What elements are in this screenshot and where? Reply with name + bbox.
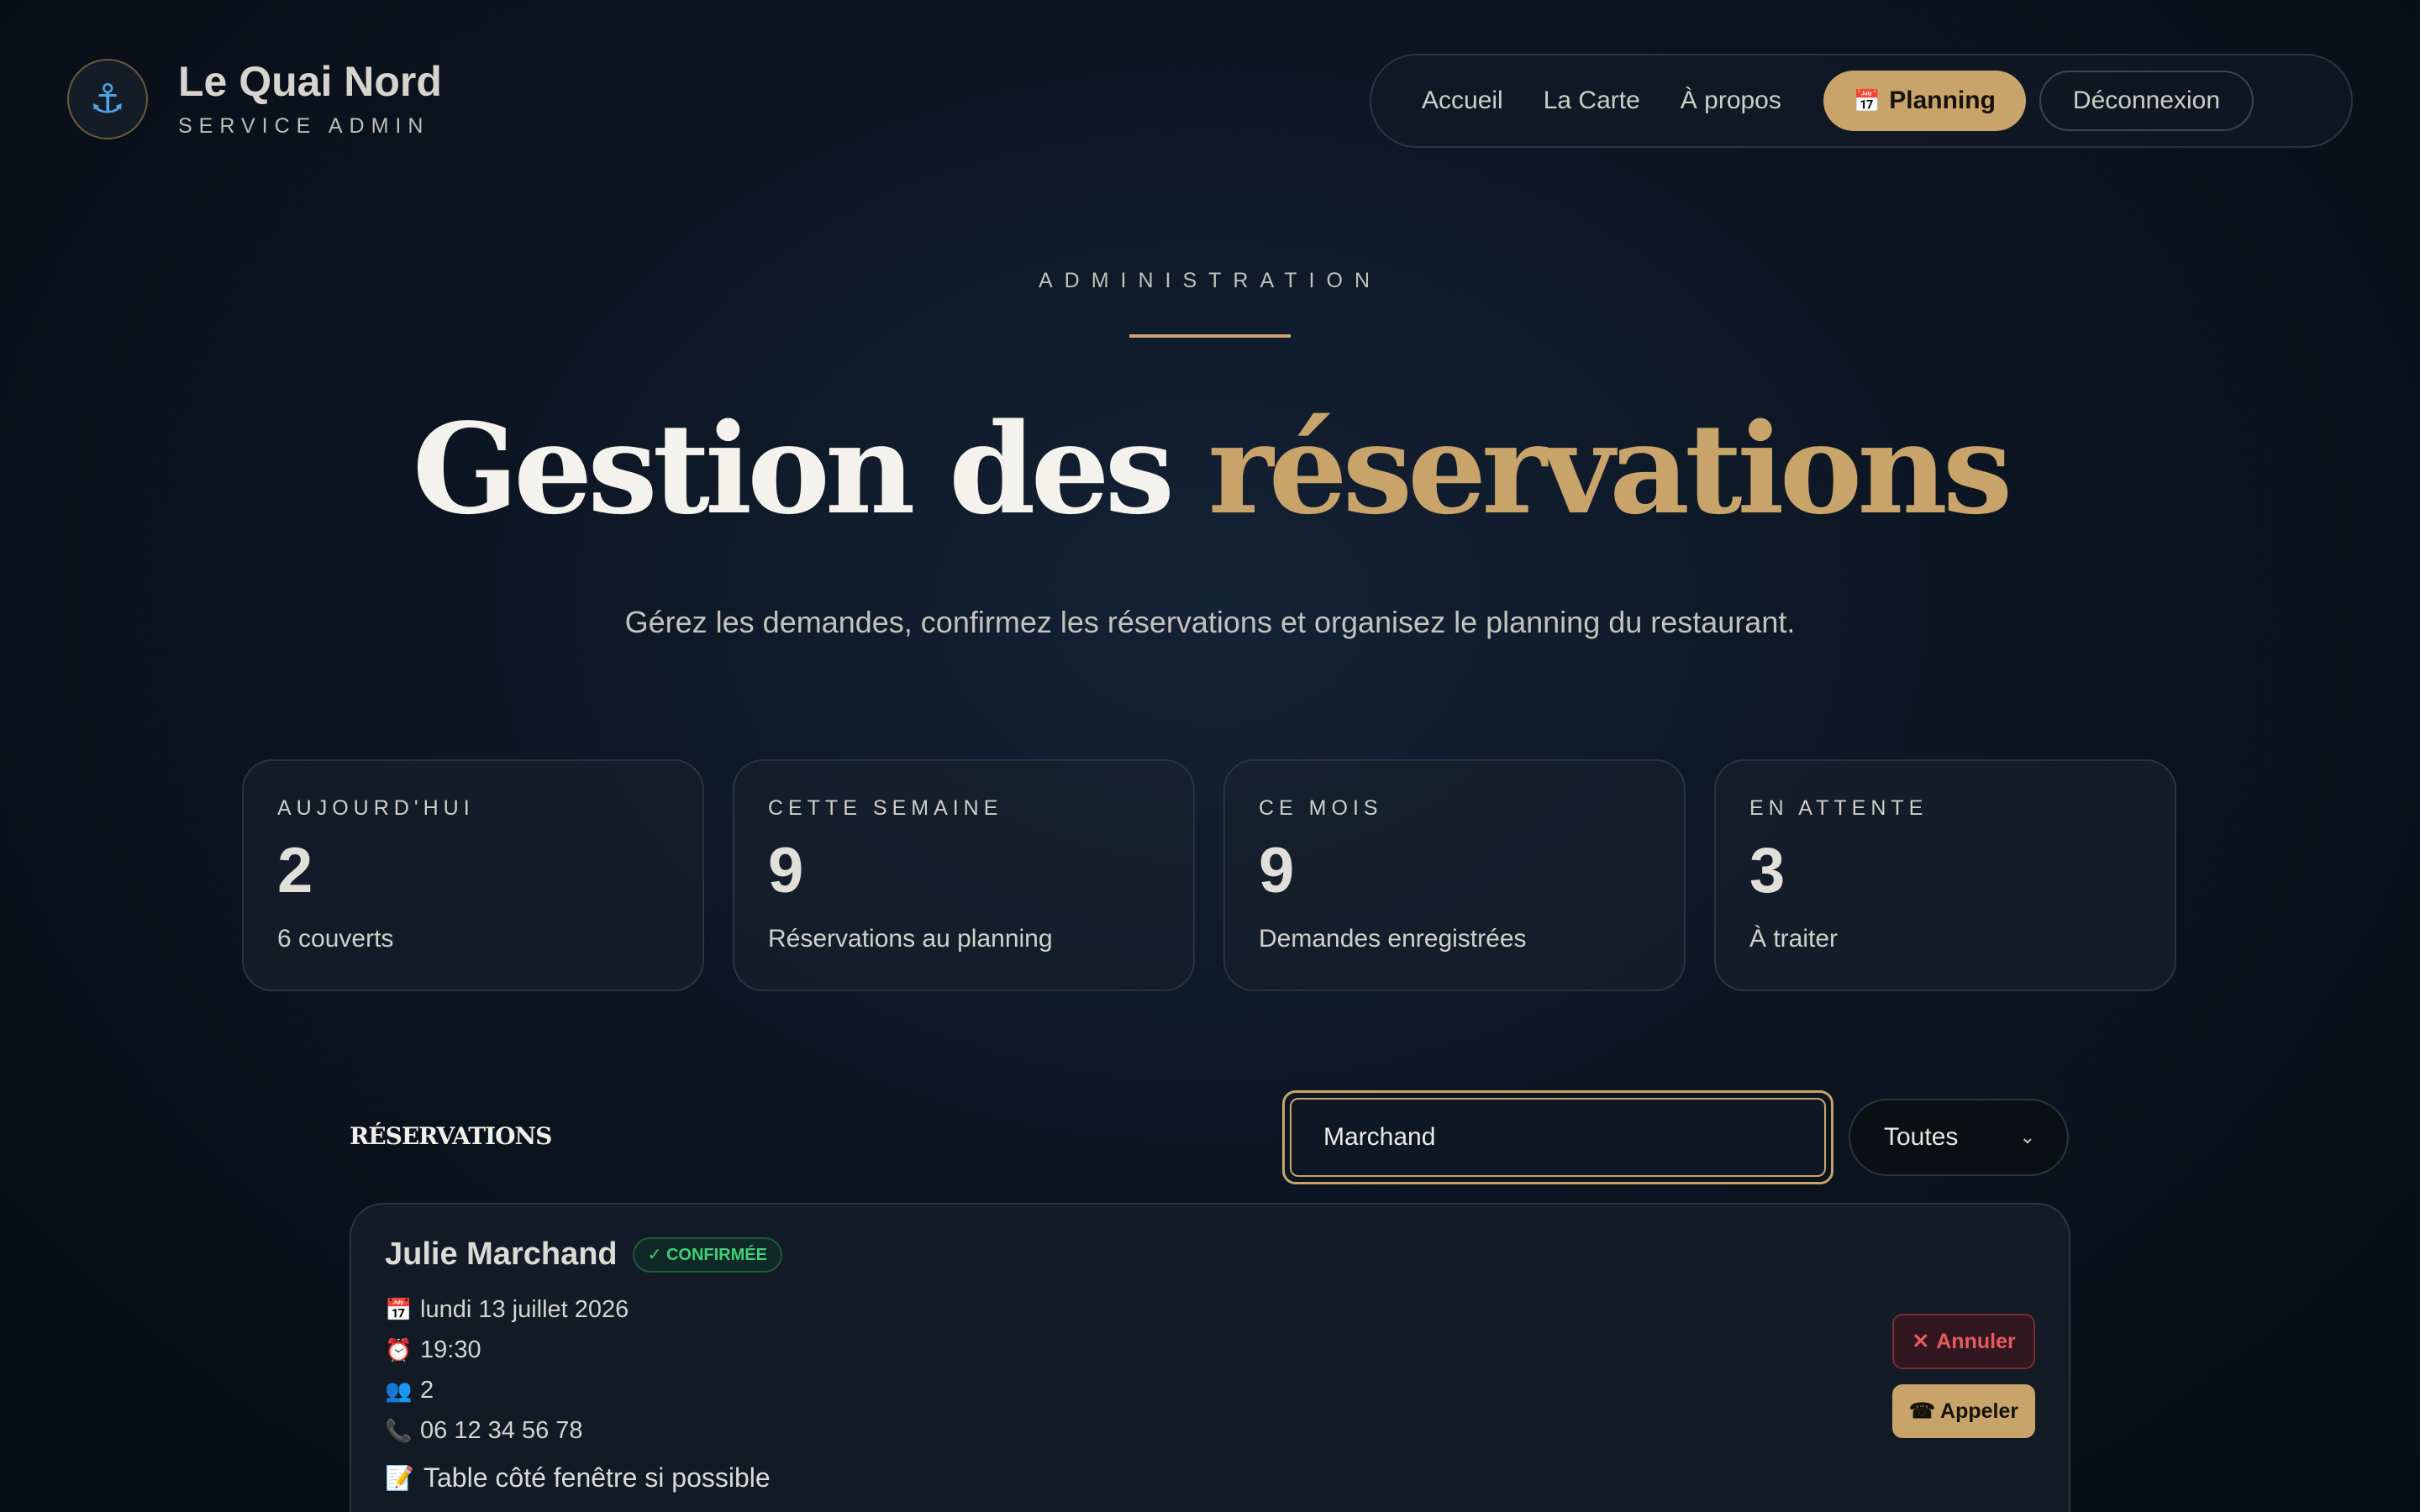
search-focus-ring: [1282, 1090, 1833, 1184]
eyebrow-divider: [1129, 334, 1291, 338]
page-title: Gestion des réservations: [0, 395, 2420, 544]
stat-value: 9: [768, 835, 804, 906]
reservation-name: Julie Marchand: [385, 1236, 618, 1272]
stat-desc: 6 couverts: [277, 925, 394, 953]
reservation-time: ⏰ 19:30: [385, 1330, 2069, 1370]
stat-card-pending: EN ATTENTE 3 À traiter: [1714, 759, 2176, 991]
stats-row: AUJOURD'HUI 2 6 couverts CETTE SEMAINE 9…: [242, 759, 2176, 991]
nav-item-planning-label: Planning: [1889, 87, 1996, 114]
memo-icon: 📝: [385, 1465, 414, 1491]
nav-item-a-propos[interactable]: À propos: [1660, 71, 1802, 131]
nav-item-la-carte[interactable]: La Carte: [1523, 71, 1660, 131]
logout-button[interactable]: Déconnexion: [2039, 71, 2254, 131]
stat-card-today: AUJOURD'HUI 2 6 couverts: [242, 759, 704, 991]
phone-icon: 📞: [385, 1417, 413, 1443]
stat-label: EN ATTENTE: [1749, 796, 1928, 820]
reservation-note: 📝 Table côté fenêtre si possible: [385, 1462, 2069, 1494]
reservation-date-text: lundi 13 juillet 2026: [420, 1295, 629, 1323]
search-input[interactable]: [1290, 1098, 1826, 1177]
cancel-button[interactable]: ✕ Annuler: [1892, 1314, 2035, 1369]
stat-desc: À traiter: [1749, 925, 1839, 953]
calendar-icon: 📅: [385, 1296, 413, 1322]
stat-value: 2: [277, 835, 313, 906]
stat-label: AUJOURD'HUI: [277, 796, 475, 820]
call-button[interactable]: ☎ Appeler: [1892, 1384, 2035, 1438]
reservation-date: 📅 lundi 13 juillet 2026: [385, 1289, 2069, 1330]
stat-card-month: CE MOIS 9 Demandes enregistrées: [1223, 759, 1686, 991]
stat-value: 3: [1749, 835, 1786, 906]
reservation-phone-text: 06 12 34 56 78: [420, 1416, 583, 1444]
status-filter-value: Toutes: [1884, 1123, 1959, 1151]
reservation-card: Julie Marchand ✓ CONFIRMÉE 📅 lundi 13 ju…: [350, 1203, 2070, 1512]
reservation-header: Julie Marchand ✓ CONFIRMÉE: [385, 1236, 2069, 1273]
main-nav: Accueil La Carte À propos 📅 Planning Déc…: [1370, 54, 2353, 148]
brand-text: Le Quai Nord SERVICE ADMIN: [178, 60, 442, 139]
close-icon: ✕: [1912, 1330, 1930, 1353]
reservation-phone: 📞 06 12 34 56 78: [385, 1410, 2069, 1451]
page-title-main: Gestion des: [412, 396, 1208, 542]
brand-subtitle: SERVICE ADMIN: [178, 113, 430, 138]
anchor-icon: ⚓: [67, 59, 148, 139]
telephone-icon: ☎: [1908, 1399, 1936, 1423]
alarm-clock-icon: ⏰: [385, 1336, 413, 1362]
stat-label: CETTE SEMAINE: [768, 796, 1003, 820]
stat-desc: Demandes enregistrées: [1259, 925, 1527, 953]
reservation-guests-text: 2: [420, 1376, 434, 1404]
brand-name: Le Quai Nord: [178, 57, 442, 105]
reservations-title: RÉSERVATIONS: [350, 1122, 552, 1150]
calendar-icon: 📅: [1853, 87, 1881, 113]
reservation-guests: 👥 2: [385, 1370, 2069, 1410]
eyebrow: ADMINISTRATION: [1038, 269, 1382, 292]
call-button-label: Appeler: [1940, 1399, 2019, 1423]
stat-card-week: CETTE SEMAINE 9 Réservations au planning: [733, 759, 1195, 991]
stat-value: 9: [1259, 835, 1295, 906]
reservation-note-text: Table côté fenêtre si possible: [424, 1462, 771, 1493]
chevron-down-icon: ⌄: [2019, 1126, 2035, 1147]
reservation-time-text: 19:30: [420, 1336, 481, 1363]
stat-desc: Réservations au planning: [768, 925, 1053, 953]
page-subtitle: Gérez les demandes, confirmez les réserv…: [624, 605, 1796, 639]
status-filter-select[interactable]: Toutes ⌄: [1849, 1099, 2069, 1176]
reservation-details: 📅 lundi 13 juillet 2026 ⏰ 19:30 👥 2 📞 06…: [385, 1289, 2069, 1451]
people-icon: 👥: [385, 1377, 413, 1403]
cancel-button-label: Annuler: [1936, 1329, 2016, 1353]
brand[interactable]: ⚓ Le Quai Nord SERVICE ADMIN: [67, 59, 442, 139]
stat-label: CE MOIS: [1259, 796, 1383, 820]
page-title-accent: réservations: [1207, 396, 2013, 542]
nav-item-planning[interactable]: 📅 Planning: [1823, 71, 2026, 131]
nav-item-accueil[interactable]: Accueil: [1402, 71, 1523, 131]
status-badge: ✓ CONFIRMÉE: [632, 1236, 782, 1273]
